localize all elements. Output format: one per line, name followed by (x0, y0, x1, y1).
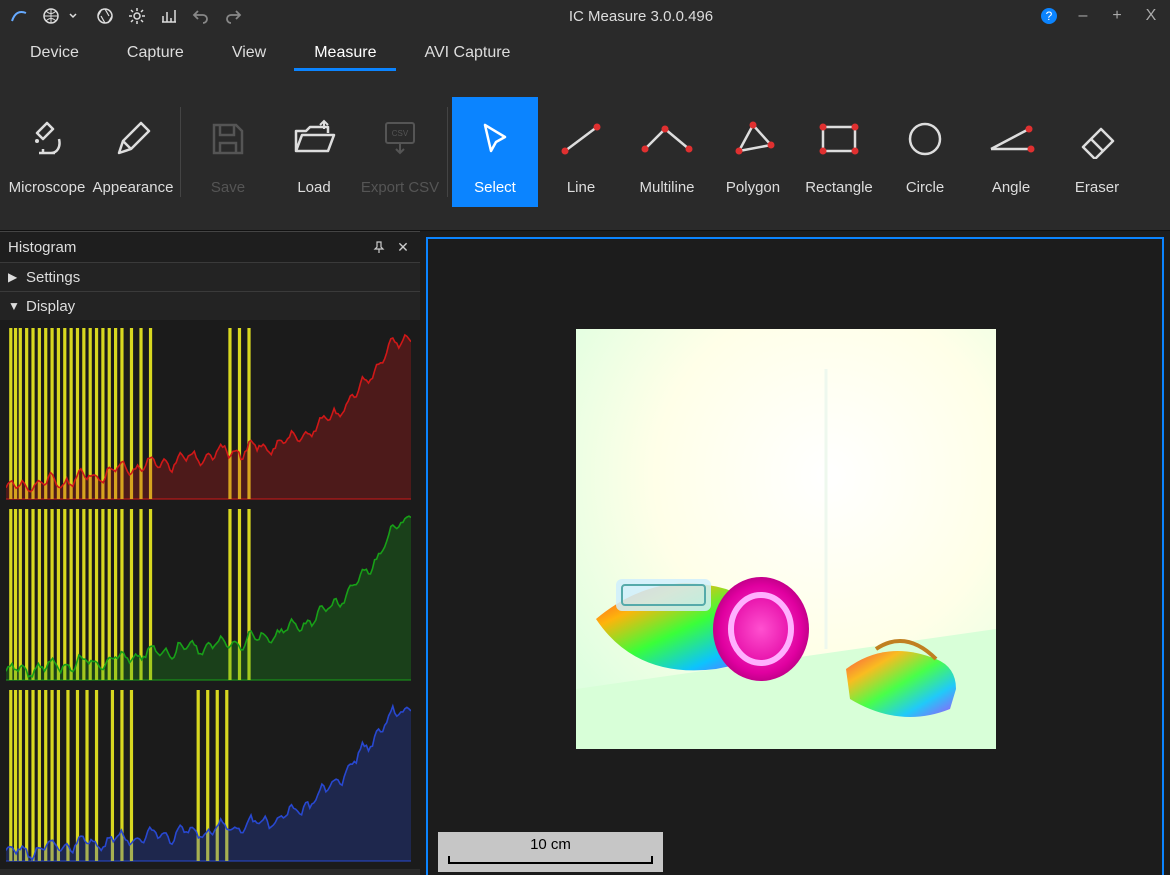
svg-text:CSV: CSV (392, 129, 409, 138)
folder-open-icon (273, 109, 355, 169)
menu-view[interactable]: View (212, 38, 286, 71)
tool-rectangle[interactable]: Rectangle (796, 97, 882, 207)
menu-bar: Device Capture View Measure AVI Capture (0, 32, 1170, 76)
pencil-icon (92, 109, 174, 169)
window-title: IC Measure 3.0.0.496 (242, 8, 1040, 25)
tool-polygon[interactable]: Polygon (710, 97, 796, 207)
chart-icon[interactable] (160, 7, 178, 25)
ribbon: Microscope Appearance Save Load CSV Expo… (0, 76, 1170, 231)
scale-bar: 10 cm (438, 832, 663, 872)
histogram-red (6, 326, 411, 501)
image-content (576, 329, 996, 749)
angle-icon (970, 109, 1052, 169)
circle-icon (884, 109, 966, 169)
expand-icon: ▼ (8, 299, 20, 313)
minimize-button[interactable]: – (1074, 7, 1092, 25)
tool-label: Line (567, 179, 595, 196)
tool-microscope[interactable]: Microscope (4, 97, 90, 207)
tool-eraser[interactable]: Eraser (1054, 97, 1140, 207)
menu-capture[interactable]: Capture (107, 38, 204, 71)
app-icon (10, 7, 28, 25)
histogram-panel: Histogram ✕ ▶ Settings ▼ Display (0, 231, 420, 875)
close-button[interactable]: X (1142, 7, 1160, 25)
tool-multiline[interactable]: Multiline (624, 97, 710, 207)
tool-select[interactable]: Select (452, 97, 538, 207)
tool-label: Load (297, 179, 330, 196)
polygon-icon (712, 109, 794, 169)
gear-icon[interactable] (128, 7, 146, 25)
tool-label: Eraser (1075, 179, 1119, 196)
quick-access-toolbar (10, 7, 242, 25)
undo-icon[interactable] (192, 7, 210, 25)
window-controls: ? – + X (1040, 7, 1160, 25)
tool-label: Appearance (93, 179, 174, 196)
section-label: Display (26, 298, 75, 315)
aperture-icon[interactable] (96, 7, 114, 25)
image-canvas[interactable]: 10 cm (426, 237, 1164, 875)
histogram-display (0, 320, 420, 869)
help-icon[interactable]: ? (1040, 7, 1058, 25)
redo-icon[interactable] (224, 7, 242, 25)
ribbon-separator (447, 107, 448, 197)
collapse-icon: ▶ (8, 270, 20, 284)
panel-title: Histogram (8, 239, 76, 256)
tool-label: Polygon (726, 179, 780, 196)
scale-label: 10 cm (438, 836, 663, 853)
multiline-icon (626, 109, 708, 169)
svg-text:?: ? (1046, 9, 1053, 23)
menu-avi-capture[interactable]: AVI Capture (404, 38, 530, 71)
tool-save: Save (185, 97, 271, 207)
eraser-icon (1056, 109, 1138, 169)
menu-device[interactable]: Device (10, 38, 99, 71)
dropdown-icon[interactable] (64, 7, 82, 25)
ribbon-separator (180, 107, 181, 197)
save-icon (187, 109, 269, 169)
tool-label: Export CSV (361, 179, 439, 196)
viewport: 10 cm (420, 231, 1170, 875)
tool-label: Circle (906, 179, 944, 196)
menu-measure[interactable]: Measure (294, 38, 396, 71)
tool-load[interactable]: Load (271, 97, 357, 207)
main-body: Histogram ✕ ▶ Settings ▼ Display (0, 231, 1170, 875)
section-label: Settings (26, 269, 80, 286)
tool-export-csv: CSV Export CSV (357, 97, 443, 207)
cursor-icon (454, 109, 536, 169)
export-csv-icon: CSV (359, 109, 441, 169)
histogram-green (6, 507, 411, 682)
tool-circle[interactable]: Circle (882, 97, 968, 207)
section-settings[interactable]: ▶ Settings (0, 262, 420, 291)
tool-label: Select (474, 179, 516, 196)
line-icon (540, 109, 622, 169)
histogram-blue (6, 688, 411, 863)
panel-close-icon[interactable]: ✕ (394, 238, 412, 256)
globe-icon[interactable] (42, 7, 60, 25)
tool-line[interactable]: Line (538, 97, 624, 207)
maximize-button[interactable]: + (1108, 7, 1126, 25)
panel-header: Histogram ✕ (0, 232, 420, 262)
pin-icon[interactable] (370, 238, 388, 256)
tool-label: Rectangle (805, 179, 873, 196)
tool-label: Save (211, 179, 245, 196)
tool-label: Angle (992, 179, 1030, 196)
rectangle-icon (798, 109, 880, 169)
tool-angle[interactable]: Angle (968, 97, 1054, 207)
tool-label: Multiline (639, 179, 694, 196)
microscope-icon (6, 109, 88, 169)
tool-label: Microscope (9, 179, 86, 196)
tool-appearance[interactable]: Appearance (90, 97, 176, 207)
section-display[interactable]: ▼ Display (0, 291, 420, 320)
title-bar: IC Measure 3.0.0.496 ? – + X (0, 0, 1170, 32)
